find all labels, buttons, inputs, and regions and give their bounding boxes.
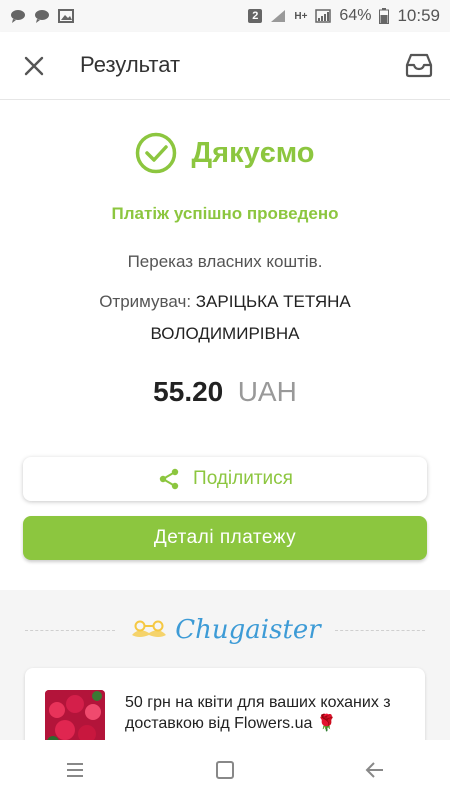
recent-apps-button[interactable] (55, 750, 95, 790)
payment-details-button[interactable]: Деталі платежу (23, 516, 427, 560)
payment-details-label: Деталі платежу (153, 527, 297, 548)
checkmark-circle-icon (136, 132, 177, 174)
sim-badge: 2 (248, 9, 263, 23)
amount: 55.20 UAH (0, 376, 450, 408)
page-title: Результат (80, 52, 181, 77)
signal-icon (271, 10, 286, 22)
thanks-heading: Дякуємо (191, 136, 315, 169)
chat-bubble-icon (11, 10, 25, 23)
home-button[interactable] (205, 750, 245, 790)
payment-result: Дякуємо Платіж успішно проведено Переказ… (0, 100, 450, 590)
recipient: Отримувач: ЗАРІЦЬКА ТЕТЯНА ВОЛОДИМИРІВНА (60, 286, 390, 350)
navigation-bar (0, 740, 450, 800)
close-icon (24, 56, 44, 76)
share-icon (159, 468, 179, 490)
battery-level: 64% (339, 7, 372, 24)
home-icon (216, 761, 234, 779)
mustache-glasses-icon (132, 620, 167, 637)
chugaister-logo-text: Chugaister (175, 615, 321, 645)
status-right: 2 H+ 64% 10:59 (248, 6, 440, 26)
chat-bubble-icon (35, 10, 49, 23)
back-arrow-icon (365, 762, 383, 778)
image-icon (58, 9, 74, 23)
promo-text: 50 грн на квіти для ваших коханих з дост… (125, 694, 391, 732)
back-button[interactable] (355, 750, 395, 790)
share-label: Поділитися (193, 468, 293, 489)
recent-apps-icon (67, 763, 83, 777)
inbox-button[interactable] (402, 48, 436, 82)
status-left (10, 9, 74, 23)
success-message: Платіж успішно проведено (111, 204, 339, 223)
payment-description: Переказ власних коштів. (127, 252, 323, 271)
status-bar: 2 H+ 64% 10:59 (0, 0, 450, 32)
app-bar: Результат (0, 32, 450, 100)
amount-value: 55.20 (153, 376, 224, 407)
amount-currency: UAH (237, 376, 297, 407)
chugaister-brand: Chugaister (0, 612, 450, 648)
signal-bars-icon (315, 9, 332, 23)
promo-section: Chugaister 50 грн на квіти для ваших кох… (0, 590, 450, 740)
flowers-icon (45, 690, 105, 740)
recipient-label: Отримувач: (99, 292, 192, 311)
close-button[interactable] (18, 50, 50, 82)
inbox-icon (405, 53, 433, 78)
promo-card[interactable]: 50 грн на квіти для ваших коханих з дост… (25, 668, 425, 740)
flowers-image (45, 690, 105, 740)
clock: 10:59 (397, 6, 440, 25)
battery-icon (379, 8, 390, 24)
network-type: H+ (294, 10, 308, 22)
thanks-row: Дякуємо (0, 132, 450, 174)
share-button[interactable]: Поділитися (23, 457, 427, 501)
